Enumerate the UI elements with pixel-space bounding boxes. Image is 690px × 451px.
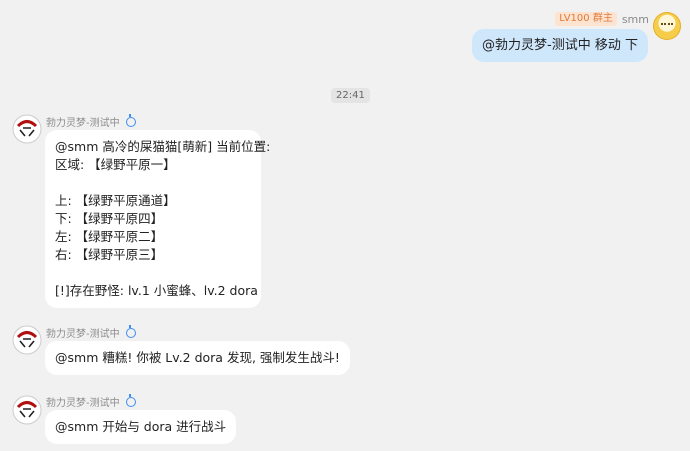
bot-icon xyxy=(125,393,136,407)
sender-header: 勃力灵梦-测试中 xyxy=(46,324,136,340)
bot-icon xyxy=(125,113,136,127)
incoming-message-bubble[interactable]: @smm 糟糕! 你被 Lv.2 dora 发现, 强制发生战斗! xyxy=(45,341,350,375)
message-line: @smm 高冷的屎猫猫[萌新] 当前位置: xyxy=(55,139,271,154)
message-line xyxy=(55,264,251,282)
member-level-badge: LV100 群主 xyxy=(555,12,617,26)
message-line: 区域: 【绿野平原一】 xyxy=(55,157,176,172)
timestamp-divider: 22:41 xyxy=(331,88,370,103)
message-line: @smm 糟糕! 你被 Lv.2 dora 发现, 强制发生战斗! xyxy=(55,350,340,365)
sender-name[interactable]: 勃力灵梦-测试中 xyxy=(46,325,120,340)
bot-avatar[interactable] xyxy=(12,325,42,355)
message-line: 左: 【绿野平原二】 xyxy=(55,229,164,244)
bot-icon xyxy=(125,324,136,338)
message-line: 右: 【绿野平原三】 xyxy=(55,247,164,262)
bot-avatar[interactable] xyxy=(12,395,42,425)
message-line: 上: 【绿野平原通道】 xyxy=(55,193,176,208)
message-line: [!]存在野怪: lv.1 小蜜蜂、lv.2 dora xyxy=(55,283,258,298)
sender-name[interactable]: 勃力灵梦-测试中 xyxy=(46,394,120,409)
outgoing-message-bubble[interactable]: @勃力灵梦-测试中 移动 下 xyxy=(472,29,648,62)
message-line xyxy=(55,174,251,192)
bot-avatar[interactable] xyxy=(12,114,42,144)
sender-header: 勃力灵梦-测试中 xyxy=(46,393,136,409)
incoming-message-bubble[interactable]: @smm 开始与 dora 进行战斗 xyxy=(45,410,237,444)
message-line: 下: 【绿野平原四】 xyxy=(55,211,164,226)
message-line: @smm 开始与 dora 进行战斗 xyxy=(55,419,227,434)
outgoing-meta: LV100 群主 smm xyxy=(555,12,649,26)
message-text: @勃力灵梦-测试中 移动 下 xyxy=(482,38,638,53)
user-avatar[interactable] xyxy=(653,12,681,40)
incoming-message-bubble[interactable]: @smm 高冷的屎猫猫[萌新] 当前位置: 区域: 【绿野平原一】 上: 【绿野… xyxy=(45,130,271,308)
sender-name[interactable]: 勃力灵梦-测试中 xyxy=(46,114,120,129)
sender-name[interactable]: smm xyxy=(622,13,649,26)
sender-header: 勃力灵梦-测试中 xyxy=(46,113,136,129)
